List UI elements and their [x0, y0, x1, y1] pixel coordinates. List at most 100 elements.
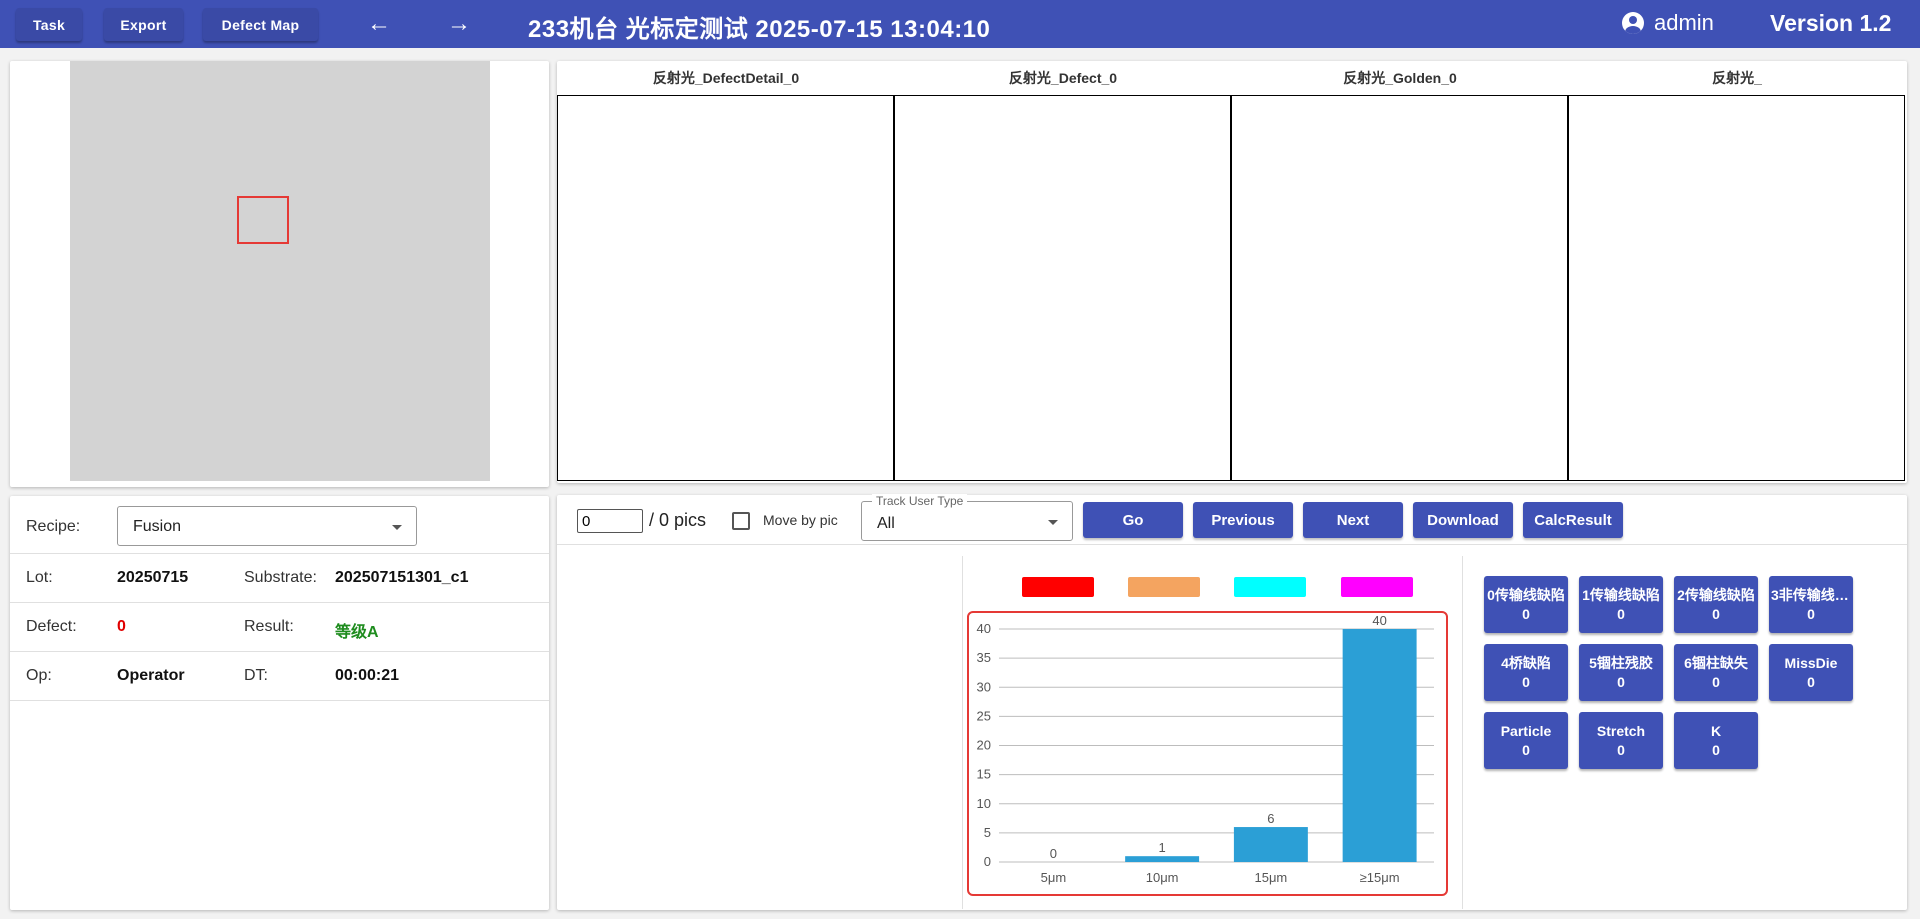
x-tick-label: 10μm [1146, 870, 1179, 885]
defect-type-button[interactable]: Particle 0 [1484, 712, 1568, 769]
track-user-type-select[interactable]: Track User Type All [861, 494, 1073, 541]
defect-type-name: 1传输线缺陷 [1582, 586, 1660, 603]
defect-type-count: 0 [1807, 673, 1815, 690]
image-defect-detail [557, 95, 894, 481]
recipe-row: Recipe: Fusion [10, 496, 549, 554]
defect-type-name: K [1710, 722, 1722, 739]
y-tick-label: 25 [977, 708, 991, 723]
defect-row: Defect: 0 Result: 等级A [10, 603, 549, 652]
recipe-select[interactable]: Fusion [117, 506, 417, 546]
go-button[interactable]: Go [1083, 502, 1183, 538]
previous-button[interactable]: Previous [1193, 502, 1293, 538]
y-tick-label: 0 [984, 854, 991, 869]
divider [1462, 556, 1463, 909]
image-title-defect: 反射光_Defect_0 [1008, 70, 1118, 86]
defect-type-button[interactable]: 4桥缺陷 0 [1484, 644, 1568, 701]
task-button[interactable]: Task [16, 8, 82, 41]
chevron-down-icon [1048, 520, 1058, 525]
lot-row: Lot: 20250715 Substrate: 202507151301_c1 [10, 554, 549, 603]
x-tick-label: ≥15μm [1360, 870, 1400, 885]
defect-type-name: 2传输线缺陷 [1677, 586, 1755, 603]
defect-type-count: 0 [1807, 605, 1815, 622]
defect-type-count: 0 [1522, 741, 1530, 758]
recipe-label: Recipe: [26, 518, 81, 535]
defect-type-name: 6锢柱缺失 [1684, 654, 1748, 671]
pic-index-input[interactable] [577, 509, 643, 533]
control-panel: / 0 pics Move by pic Track User Type All… [557, 494, 1907, 910]
defect-type-count: 0 [1712, 605, 1720, 622]
defect-type-button[interactable]: K0 [1674, 712, 1758, 769]
y-tick-label: 20 [977, 738, 991, 753]
substrate-value: 202507151301_c1 [335, 569, 469, 586]
defect-type-count: 0 [1712, 741, 1720, 758]
result-label: Result: [244, 618, 294, 635]
defect-type-button[interactable]: 6锢柱缺失 0 [1674, 644, 1758, 701]
image-defect [894, 95, 1231, 481]
export-button[interactable]: Export [104, 8, 183, 41]
defect-type-button[interactable]: 3非传输线缺陷 0 [1769, 576, 1853, 633]
legend-swatch-magenta[interactable] [1341, 577, 1413, 597]
defect-type-name: 3非传输线缺陷 [1771, 586, 1851, 603]
defect-type-button[interactable]: 1传输线缺陷 0 [1579, 576, 1663, 633]
result-value: 等级A [335, 624, 379, 641]
download-button[interactable]: Download [1413, 502, 1513, 538]
defect-type-name: MissDie [1784, 654, 1838, 671]
image-golden [1231, 95, 1568, 481]
selection-marker[interactable] [237, 196, 289, 244]
defect-label: Defect: [26, 618, 77, 635]
defect-type-button[interactable]: MissDie 0 [1769, 644, 1853, 701]
y-tick-label: 10 [977, 796, 991, 811]
move-by-pic-checkbox[interactable] [732, 512, 750, 530]
wafer-map-panel [10, 61, 549, 487]
pics-count: / 0 pics [649, 510, 707, 530]
defect-count: 0 [117, 618, 126, 635]
y-tick-label: 30 [977, 679, 991, 694]
bar-value-label: 6 [1267, 811, 1274, 826]
next-button[interactable]: Next [1303, 502, 1403, 538]
version-label: Version 1.2 [1770, 10, 1892, 36]
recipe-value: Fusion [133, 518, 182, 535]
defect-type-name: 5锢柱残胶 [1589, 654, 1653, 671]
bar [1233, 827, 1308, 862]
bar-chart: 0 5 10 15 20 25 30 35 40 0 5μm 1 10μm 6 15μm 40 ≥15μm [977, 613, 1434, 885]
defect-type-count: 0 [1522, 673, 1530, 690]
divider [962, 556, 963, 909]
move-by-pic-label: Move by pic [763, 512, 838, 528]
op-row: Op: Operator DT: 00:00:21 [10, 652, 549, 701]
defect-type-count: 0 [1522, 605, 1530, 622]
op-value: Operator [117, 667, 185, 684]
defect-map-button[interactable]: Defect Map [203, 8, 318, 41]
defect-type-button[interactable]: 5锢柱残胶 0 [1579, 644, 1663, 701]
top-app-bar: Task Export Defect Map ← → 233机台 光标定测试 2… [0, 0, 1920, 48]
image-title-defect-detail: 反射光_DefectDetail_0 [652, 70, 800, 86]
defect-type-count: 0 [1712, 673, 1720, 690]
legend-swatch-cyan[interactable] [1234, 577, 1306, 597]
defect-type-button[interactable]: 2传输线缺陷 0 [1674, 576, 1758, 633]
navigation-toolbar: / 0 pics Move by pic Track User Type All… [557, 494, 1907, 545]
defect-type-button[interactable]: Stretch 0 [1579, 712, 1663, 769]
wafer-map[interactable] [70, 61, 490, 481]
image-fourth [1568, 95, 1905, 481]
user-menu[interactable]: admin [1622, 10, 1714, 36]
defect-type-name: Particle [1500, 722, 1552, 739]
defect-type-count: 0 [1617, 741, 1625, 758]
defect-type-button[interactable]: 0传输线缺陷 0 [1484, 576, 1568, 633]
bar-value-label: 0 [1050, 846, 1057, 861]
op-label: Op: [26, 667, 52, 684]
bar [1342, 629, 1417, 862]
dt-value: 00:00:21 [335, 667, 400, 684]
track-user-type-label: Track User Type [872, 494, 968, 508]
image-title-golden: 反射光_Golden_0 [1343, 70, 1457, 86]
arrow-left-icon[interactable]: ← [364, 10, 394, 38]
arrow-right-icon[interactable]: → [444, 10, 474, 38]
page-title: 233机台 光标定测试 2025-07-15 13:04:10 [528, 16, 991, 43]
username: admin [1654, 10, 1714, 35]
legend-swatch-red[interactable] [1022, 577, 1094, 597]
bar [1125, 856, 1200, 862]
x-tick-label: 5μm [1041, 870, 1067, 885]
y-tick-label: 15 [977, 767, 991, 782]
defect-type-name: 4桥缺陷 [1501, 654, 1551, 671]
calc-result-button[interactable]: CalcResult [1523, 502, 1623, 538]
legend-swatch-orange[interactable] [1128, 577, 1200, 597]
bar-value-label: 1 [1159, 840, 1166, 855]
